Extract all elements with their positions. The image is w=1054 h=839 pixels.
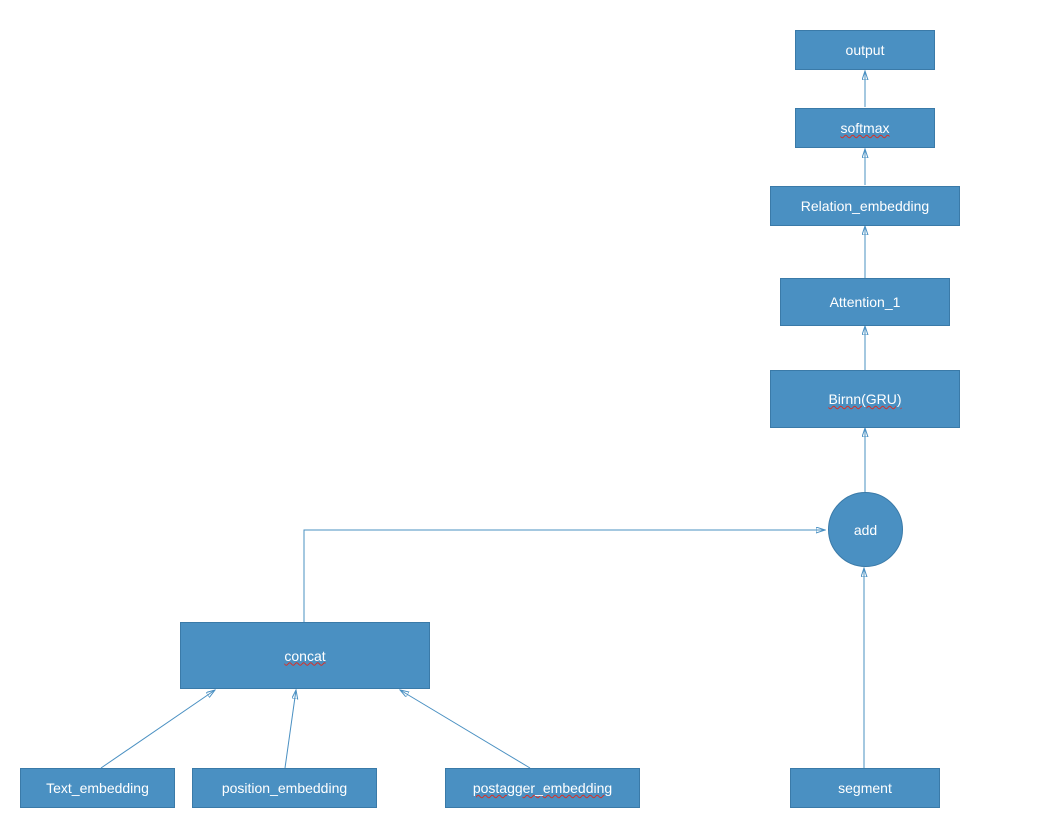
node-attention-1: Attention_1 <box>780 278 950 326</box>
node-label: Birnn(GRU) <box>828 391 901 407</box>
node-softmax: softmax <box>795 108 935 148</box>
node-concat: concat <box>180 622 430 689</box>
node-add: add <box>828 492 903 567</box>
node-relation-embedding: Relation_embedding <box>770 186 960 226</box>
node-birnn-gru: Birnn(GRU) <box>770 370 960 428</box>
node-label: output <box>846 42 885 58</box>
node-label: Attention_1 <box>830 294 901 310</box>
node-position-embedding: position_embedding <box>192 768 377 808</box>
node-segment: segment <box>790 768 940 808</box>
node-output: output <box>795 30 935 70</box>
node-label: concat <box>284 648 325 664</box>
node-label: softmax <box>840 120 889 136</box>
node-label: add <box>854 522 877 538</box>
node-postagger-embedding: postagger_embedding <box>445 768 640 808</box>
node-text-embedding: Text_embedding <box>20 768 175 808</box>
node-label: segment <box>838 780 892 796</box>
node-label: postagger_embedding <box>473 780 612 796</box>
node-label: position_embedding <box>222 780 347 796</box>
node-label: Relation_embedding <box>801 198 929 214</box>
node-label: Text_embedding <box>46 780 149 796</box>
